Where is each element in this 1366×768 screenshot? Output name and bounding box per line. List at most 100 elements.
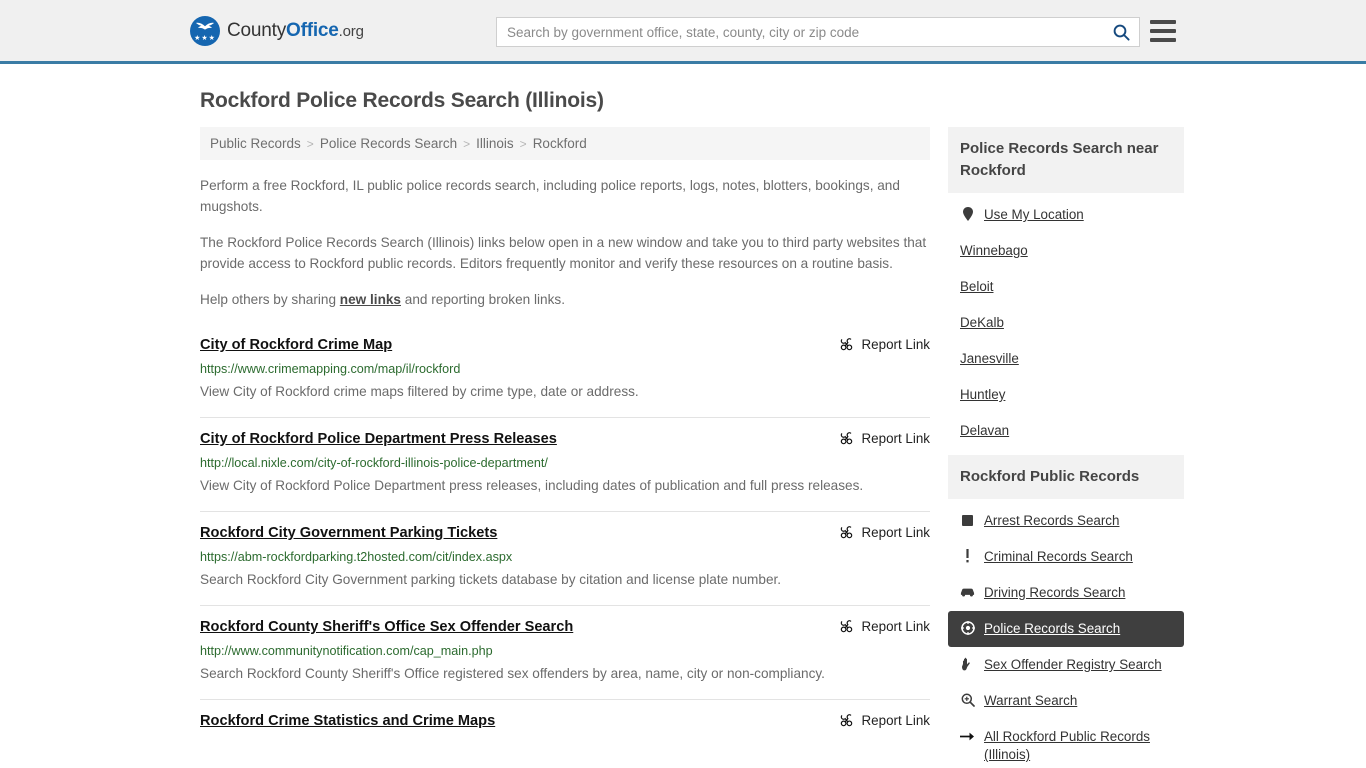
report-link-label: Report Link xyxy=(861,525,930,540)
result-title[interactable]: City of Rockford Police Department Press… xyxy=(200,430,557,449)
magnifier-plus-icon xyxy=(960,692,975,708)
sidebar-item-label: Warrant Search xyxy=(984,693,1078,708)
public-records-box: Rockford Public Records Arrest Records S… xyxy=(948,455,1184,768)
map-pin-icon xyxy=(960,206,975,222)
content-row: Public Records > Police Records Search >… xyxy=(200,127,1184,768)
sidebar-item-police-records-search[interactable]: Police Records Search xyxy=(948,611,1184,647)
logo-stars: ★★★ xyxy=(194,34,216,42)
breadcrumb-item-public-records[interactable]: Public Records xyxy=(210,136,301,151)
sidebar-item-label: Sex Offender Registry Search xyxy=(984,657,1162,672)
result-description: View City of Rockford Police Department … xyxy=(200,478,864,493)
report-link-label: Report Link xyxy=(861,713,930,728)
eagle-glyph xyxy=(196,22,214,30)
result-header: Rockford County Sheriff's Office Sex Off… xyxy=(200,618,930,637)
sidebar-item-janesville[interactable]: Janesville xyxy=(948,341,1184,377)
sidebar-item-label: Police Records Search xyxy=(984,621,1121,636)
logo-wordmark: CountyOffice.org xyxy=(227,20,364,42)
result-title[interactable]: Rockford Crime Statistics and Crime Maps xyxy=(200,712,495,731)
breadcrumb-separator: > xyxy=(519,136,527,151)
result-title[interactable]: Rockford City Government Parking Tickets xyxy=(200,524,497,543)
new-links-link[interactable]: new links xyxy=(340,292,401,307)
sidebar-item-label: All Rockford Public Records (Illinois) xyxy=(984,729,1150,762)
result-description: Search Rockford County Sheriff's Office … xyxy=(200,666,825,681)
result-item: City of Rockford Police Department Press… xyxy=(200,417,930,511)
search-button[interactable] xyxy=(1103,18,1139,46)
result-item: Rockford County Sheriff's Office Sex Off… xyxy=(200,605,930,699)
sidebar-item-sex-offender-registry-search[interactable]: Sex Offender Registry Search xyxy=(948,647,1184,683)
broken-link-icon xyxy=(840,620,852,633)
sidebar-item-arrest-records-search[interactable]: Arrest Records Search xyxy=(948,503,1184,539)
sidebar-item-label: Driving Records Search xyxy=(984,585,1126,600)
hamburger-bar-3 xyxy=(1150,38,1176,42)
sidebar-item-beloit[interactable]: Beloit xyxy=(948,269,1184,305)
sidebar-item-label: Winnebago xyxy=(960,243,1028,258)
broken-link-icon xyxy=(840,338,852,351)
breadcrumb-separator: > xyxy=(306,136,314,151)
nearby-searches-heading: Police Records Search near Rockford xyxy=(948,127,1184,193)
breadcrumb-separator: > xyxy=(463,136,471,151)
sidebar-item-dekalb[interactable]: DeKalb xyxy=(948,305,1184,341)
main-column: Public Records > Police Records Search >… xyxy=(200,127,930,744)
search-bar xyxy=(496,17,1140,47)
broken-link-icon xyxy=(840,432,852,445)
sidebar-item-criminal-records-search[interactable]: Criminal Records Search xyxy=(948,539,1184,575)
result-item: City of Rockford Crime Map Report Link h… xyxy=(200,326,930,417)
sidebar-item-label: Janesville xyxy=(960,351,1019,366)
report-link-label: Report Link xyxy=(861,431,930,446)
report-link-button[interactable]: Report Link xyxy=(839,336,930,352)
logo-text-org: .org xyxy=(338,22,364,40)
breadcrumb-item-rockford[interactable]: Rockford xyxy=(533,136,587,151)
report-link-label: Report Link xyxy=(861,619,930,634)
nearby-searches-box: Police Records Search near Rockford Use … xyxy=(948,127,1184,449)
intro-section: Perform a free Rockford, IL public polic… xyxy=(200,175,930,310)
hamburger-bar-1 xyxy=(1150,20,1176,24)
report-link-button[interactable]: Report Link xyxy=(839,712,930,728)
public-records-heading: Rockford Public Records xyxy=(948,455,1184,499)
police-badge-icon xyxy=(960,620,975,636)
result-url[interactable]: https://www.crimemapping.com/map/il/rock… xyxy=(200,361,930,377)
report-link-label: Report Link xyxy=(861,337,930,352)
hamburger-bar-2 xyxy=(1150,29,1176,33)
arrow-right-icon xyxy=(960,728,975,744)
nearby-searches-list: Use My Location Winnebago Beloit DeKalb … xyxy=(948,193,1184,449)
sidebar-item-winnebago[interactable]: Winnebago xyxy=(948,233,1184,269)
report-link-button[interactable]: Report Link xyxy=(839,618,930,634)
result-url[interactable]: http://www.communitynotification.com/cap… xyxy=(200,643,930,659)
page-title: Rockford Police Records Search (Illinois… xyxy=(200,89,604,112)
result-description: View City of Rockford crime maps filtere… xyxy=(200,384,639,399)
site-logo[interactable]: ★★★ CountyOffice.org xyxy=(190,15,364,46)
sidebar-item-driving-records-search[interactable]: Driving Records Search xyxy=(948,575,1184,611)
search-icon xyxy=(1113,24,1130,41)
fingerprint-card-icon xyxy=(960,512,975,528)
result-item: Rockford Crime Statistics and Crime Maps… xyxy=(200,699,930,744)
report-link-button[interactable]: Report Link xyxy=(839,524,930,540)
sidebar-item-use-my-location[interactable]: Use My Location xyxy=(948,197,1184,233)
intro-paragraph-1: Perform a free Rockford, IL public polic… xyxy=(200,178,900,214)
sidebar-item-label: Huntley xyxy=(960,387,1006,402)
sidebar-item-huntley[interactable]: Huntley xyxy=(948,377,1184,413)
result-header: City of Rockford Police Department Press… xyxy=(200,430,930,449)
intro-text-before: Help others by sharing xyxy=(200,292,340,307)
report-link-button[interactable]: Report Link xyxy=(839,430,930,446)
sidebar-item-delavan[interactable]: Delavan xyxy=(948,413,1184,449)
sidebar-item-all-rockford-public-records[interactable]: All Rockford Public Records (Illinois) xyxy=(948,719,1184,768)
breadcrumb-item-police-records-search[interactable]: Police Records Search xyxy=(320,136,457,151)
site-header: ★★★ CountyOffice.org xyxy=(0,0,1366,64)
page-container: Rockford Police Records Search (Illinois… xyxy=(0,89,1366,768)
intro-paragraph-3: Help others by sharing new links and rep… xyxy=(200,289,930,310)
eagle-seal-icon: ★★★ xyxy=(190,15,220,46)
result-item: Rockford City Government Parking Tickets… xyxy=(200,511,930,605)
result-title[interactable]: City of Rockford Crime Map xyxy=(200,336,392,355)
result-header: Rockford Crime Statistics and Crime Maps… xyxy=(200,712,930,731)
result-description: Search Rockford City Government parking … xyxy=(200,572,782,587)
breadcrumb-item-illinois[interactable]: Illinois xyxy=(476,136,514,151)
result-url[interactable]: http://local.nixle.com/city-of-rockford-… xyxy=(200,455,930,471)
intro-text-after: and reporting broken links. xyxy=(401,292,565,307)
result-url[interactable]: https://abm-rockfordparking.t2hosted.com… xyxy=(200,549,930,565)
result-title[interactable]: Rockford County Sheriff's Office Sex Off… xyxy=(200,618,573,637)
search-input[interactable] xyxy=(497,18,1103,46)
hand-icon xyxy=(960,656,975,672)
sidebar-item-warrant-search[interactable]: Warrant Search xyxy=(948,683,1184,719)
hamburger-menu-icon[interactable] xyxy=(1150,20,1176,42)
sidebar-item-label: DeKalb xyxy=(960,315,1004,330)
